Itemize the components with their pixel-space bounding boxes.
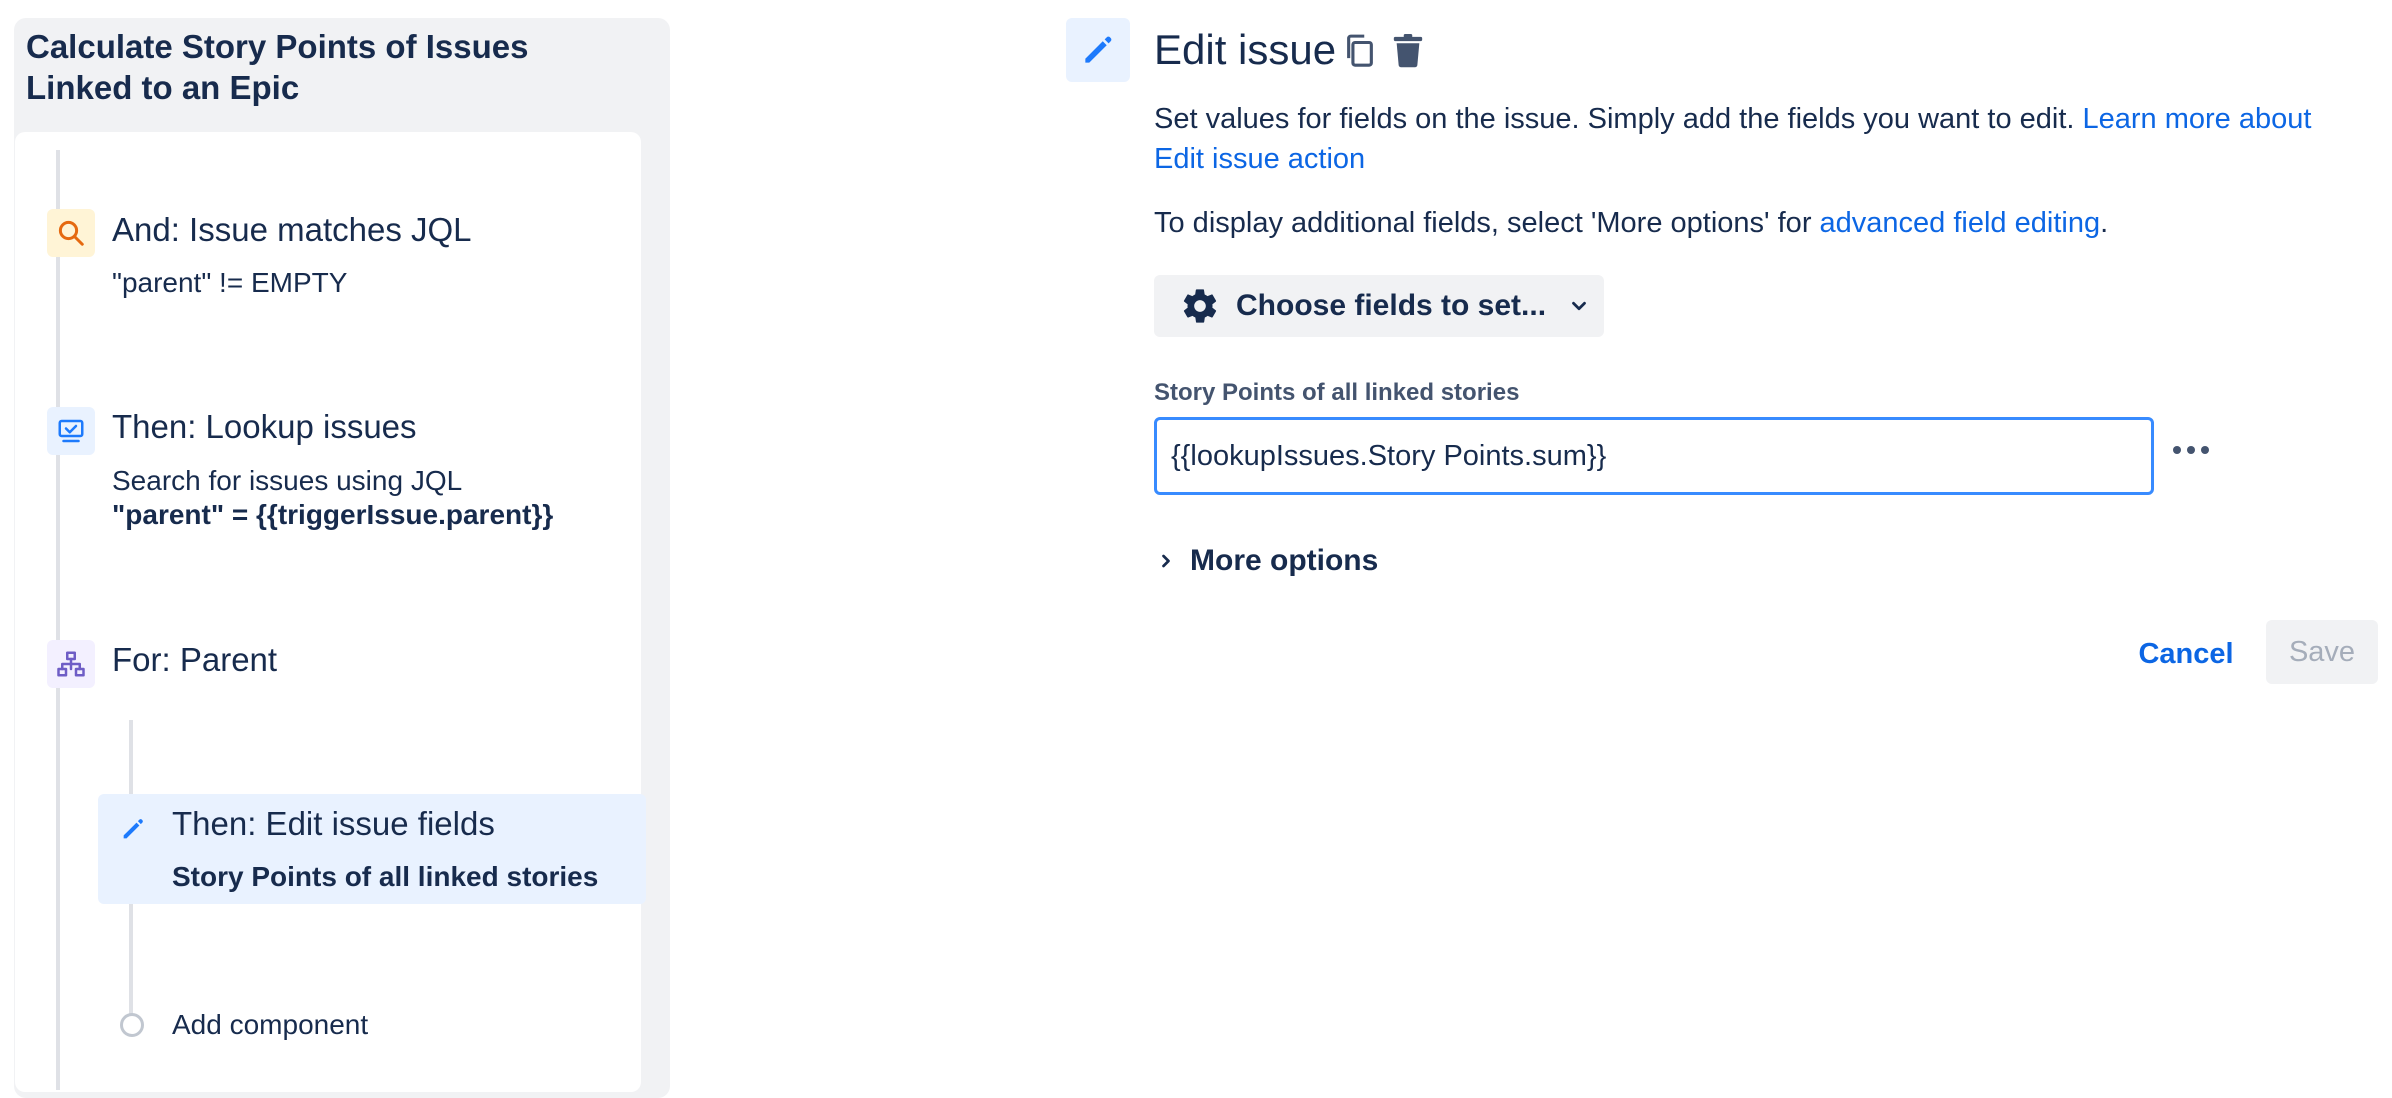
more-horizontal-icon — [2173, 446, 2209, 454]
trash-icon — [1393, 34, 1423, 68]
field-more-actions-button[interactable] — [2170, 430, 2212, 470]
step-edit-description: Story Points of all linked stories — [172, 861, 599, 892]
step-lookup-query: "parent" = {{triggerIssue.parent}} — [112, 499, 554, 530]
panel-title: Edit issue — [1154, 26, 1337, 73]
cancel-button[interactable]: Cancel — [2126, 626, 2246, 682]
copy-button[interactable] — [1340, 30, 1380, 72]
step-lookup-title[interactable]: Then: Lookup issues — [112, 407, 417, 447]
rule-title: Calculate Story Points of Issues Linked … — [26, 28, 529, 106]
chevron-down-icon — [1568, 295, 1590, 317]
delete-button[interactable] — [1388, 30, 1428, 72]
gear-icon — [1183, 289, 1217, 323]
add-component-link[interactable]: Add component — [172, 1008, 368, 1042]
step-edit-title: Then: Edit issue fields — [172, 805, 495, 842]
flow-connector-line — [56, 150, 60, 1090]
add-component-dot — [120, 1013, 144, 1037]
advanced-text-end: . — [2100, 207, 2109, 239]
choose-fields-label: Choose fields to set... — [1236, 289, 1547, 322]
advanced-text: To display additional fields, select 'Mo… — [1154, 207, 1820, 239]
choose-fields-button[interactable]: Choose fields to set... — [1154, 275, 1604, 337]
pencil-icon — [118, 814, 148, 844]
step-branch-title[interactable]: For: Parent — [112, 640, 277, 680]
save-button[interactable]: Save — [2266, 620, 2378, 684]
intro-text: Set values for fields on the issue. Simp… — [1154, 103, 2083, 135]
story-points-field-label: Story Points of all linked stories — [1154, 379, 1520, 406]
more-options-toggle[interactable]: More options — [1156, 540, 1378, 582]
step-condition-description: "parent" != EMPTY — [112, 267, 348, 298]
advanced-paragraph: To display additional fields, select 'Mo… — [1154, 203, 2344, 243]
step-lookup-description: Search for issues using JQL — [112, 465, 463, 496]
step-condition-title[interactable]: And: Issue matches JQL — [112, 210, 472, 250]
chevron-right-icon — [1162, 554, 1170, 568]
pencil-icon — [1066, 18, 1130, 82]
search-icon — [47, 209, 95, 257]
more-options-label: More options — [1190, 544, 1379, 577]
advanced-field-editing-link[interactable]: advanced field editing — [1820, 207, 2101, 239]
story-points-input[interactable] — [1154, 417, 2154, 495]
monitor-check-icon — [47, 407, 95, 455]
hierarchy-icon — [47, 640, 95, 688]
intro-paragraph: Set values for fields on the issue. Simp… — [1154, 99, 2344, 179]
copy-icon — [1347, 34, 1373, 67]
